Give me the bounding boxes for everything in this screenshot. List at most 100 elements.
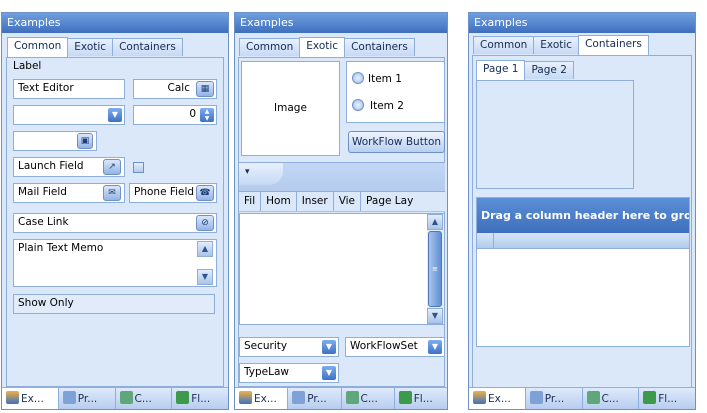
radio-label: Item 1 <box>368 73 402 85</box>
inner-tab-strip: Page 1 Page 2 <box>476 60 574 80</box>
radio-label: Item 2 <box>370 100 404 112</box>
bottom-tab-label: Ex... <box>254 393 277 405</box>
chevron-down-icon[interactable]: ▼ <box>322 366 336 380</box>
flow-icon <box>398 391 412 404</box>
bottom-tab-label: C... <box>601 393 619 405</box>
radio-item-2[interactable]: Item 2 <box>352 99 404 112</box>
tab-page-1[interactable]: Page 1 <box>476 60 526 80</box>
mail-icon[interactable]: ✉ <box>103 185 121 201</box>
ribbon-tab[interactable]: Inser <box>297 192 334 211</box>
bottom-tab-label: Pr... <box>77 393 98 405</box>
link-icon[interactable]: ⊘ <box>196 215 214 231</box>
tab-common[interactable]: Common <box>7 37 69 57</box>
bottom-tab-label: Pr... <box>307 393 327 405</box>
tab-containers[interactable]: Containers <box>112 38 183 56</box>
calculator-icon[interactable]: ▦ <box>196 81 214 97</box>
bottom-tab-examples[interactable]: Ex... <box>469 388 526 409</box>
memo-text: Plain Text Memo <box>18 242 104 254</box>
typelaw-dropdown[interactable]: TypeLaw ▼ <box>239 363 339 383</box>
bottom-tab-label: C... <box>360 393 378 405</box>
scroll-down-icon[interactable]: ▼ <box>197 269 213 285</box>
tab-exotic[interactable]: Exotic <box>533 36 580 54</box>
row-indicator-header[interactable] <box>477 233 494 248</box>
bottom-tab-properties[interactable]: Pr... <box>59 388 116 409</box>
column-header[interactable] <box>494 233 689 248</box>
grid: Drag a column header here to group <box>476 197 690 347</box>
radio-button-icon <box>352 99 364 111</box>
bottom-tab-examples[interactable]: Ex... <box>235 388 289 409</box>
scroll-up-icon[interactable]: ▲ <box>427 214 443 230</box>
bottom-tab-c[interactable]: C... <box>583 388 640 409</box>
properties-icon <box>292 391 306 404</box>
bottom-tab-properties[interactable]: Pr... <box>288 388 342 409</box>
security-dropdown[interactable]: Security ▼ <box>239 337 339 357</box>
case-link-field[interactable]: Case Link <box>13 213 217 233</box>
tab-exotic[interactable]: Exotic <box>299 37 346 57</box>
chevron-down-icon[interactable]: ▼ <box>428 340 442 354</box>
spinner-icon[interactable]: ▲ ▼ <box>200 108 214 122</box>
ribbon-app-button[interactable]: ▾ <box>239 163 283 185</box>
tab-strip: Common Exotic Containers <box>239 37 415 57</box>
bottom-tab-properties[interactable]: Pr... <box>526 388 583 409</box>
tab-exotic[interactable]: Exotic <box>67 38 114 56</box>
tab-common[interactable]: Common <box>239 38 301 56</box>
chevron-down-icon[interactable]: ▼ <box>108 108 122 122</box>
image-box: Image <box>241 61 340 156</box>
panel-exotic: Examples Common Exotic Containers Image … <box>234 12 448 410</box>
panel-title: Examples <box>469 13 695 33</box>
bottom-tab-label: Fl... <box>658 393 678 405</box>
properties-icon <box>529 391 543 404</box>
tab-strip: Common Exotic Containers <box>7 37 183 57</box>
security-value: Security <box>244 340 288 352</box>
bottom-tab-bar: Ex... Pr... C... Fl... <box>2 387 228 409</box>
tab-strip: Common Exotic Containers <box>473 35 649 55</box>
launch-icon[interactable]: ↗ <box>103 159 121 175</box>
components-icon <box>119 391 133 404</box>
bottom-tab-fl[interactable]: Fl... <box>395 388 447 409</box>
ribbon-tab-strip: Fil Hom Inser Vie Page Lay <box>239 191 445 211</box>
dropdown-field[interactable]: ▼ <box>13 105 125 125</box>
ribbon: ▾ Fil Hom Inser Vie Page Lay <box>239 162 445 212</box>
chevron-down-icon[interactable]: ▼ <box>322 340 336 354</box>
bottom-tab-label: C... <box>134 393 152 405</box>
bottom-tab-label: Pr... <box>544 393 565 405</box>
tools-icon <box>239 391 252 404</box>
tab-containers[interactable]: Containers <box>344 38 415 56</box>
bottom-tab-label: Ex... <box>21 393 44 405</box>
workflowset-dropdown[interactable]: WorkFlowSet ▼ <box>345 337 445 357</box>
scroll-down-icon[interactable]: ▼ <box>427 308 443 324</box>
radio-item-1[interactable]: Item 1 <box>352 72 402 85</box>
ribbon-tab[interactable]: Fil <box>239 192 262 211</box>
tab-containers[interactable]: Containers <box>578 35 649 55</box>
bottom-tab-label: Fl... <box>191 393 211 405</box>
ribbon-tab[interactable]: Page Lay <box>361 192 418 211</box>
ribbon-tab[interactable]: Hom <box>261 192 297 211</box>
bottom-tab-bar: Ex... Pr... C... Fl... <box>469 387 695 409</box>
tab-page-2[interactable]: Page 2 <box>524 61 574 79</box>
bottom-tab-fl[interactable]: Fl... <box>172 388 228 409</box>
calc-value: Calc <box>167 82 190 94</box>
spin-field[interactable]: 0 ▲ ▼ <box>133 105 217 125</box>
vertical-scrollbar[interactable]: ▲ ≡ ▼ <box>427 214 444 324</box>
ribbon-tab[interactable]: Vie <box>334 192 362 211</box>
workflow-button[interactable]: WorkFlow Button <box>348 131 445 153</box>
bottom-tab-c[interactable]: C... <box>116 388 173 409</box>
memo-field[interactable]: Plain Text Memo <box>13 239 217 287</box>
list-area[interactable] <box>239 213 445 325</box>
phone-icon[interactable]: ☎ <box>196 185 214 201</box>
bottom-tab-examples[interactable]: Ex... <box>2 388 59 409</box>
bottom-tab-label: Fl... <box>413 393 433 405</box>
components-icon <box>586 391 600 404</box>
radio-button-icon <box>352 72 364 84</box>
group-panel[interactable]: Drag a column header here to group <box>477 198 689 233</box>
scroll-up-icon[interactable]: ▲ <box>197 241 213 257</box>
checkbox[interactable] <box>133 162 144 173</box>
bottom-tab-bar: Ex... Pr... C... Fl... <box>235 387 447 409</box>
calendar-icon[interactable]: ▣ <box>77 133 93 149</box>
tab-common[interactable]: Common <box>473 36 535 54</box>
column-header-row <box>477 233 689 249</box>
bottom-tab-fl[interactable]: Fl... <box>639 388 695 409</box>
text-editor-field[interactable]: Text Editor <box>13 79 125 99</box>
bottom-tab-c[interactable]: C... <box>342 388 395 409</box>
scroll-thumb[interactable]: ≡ <box>428 231 442 307</box>
